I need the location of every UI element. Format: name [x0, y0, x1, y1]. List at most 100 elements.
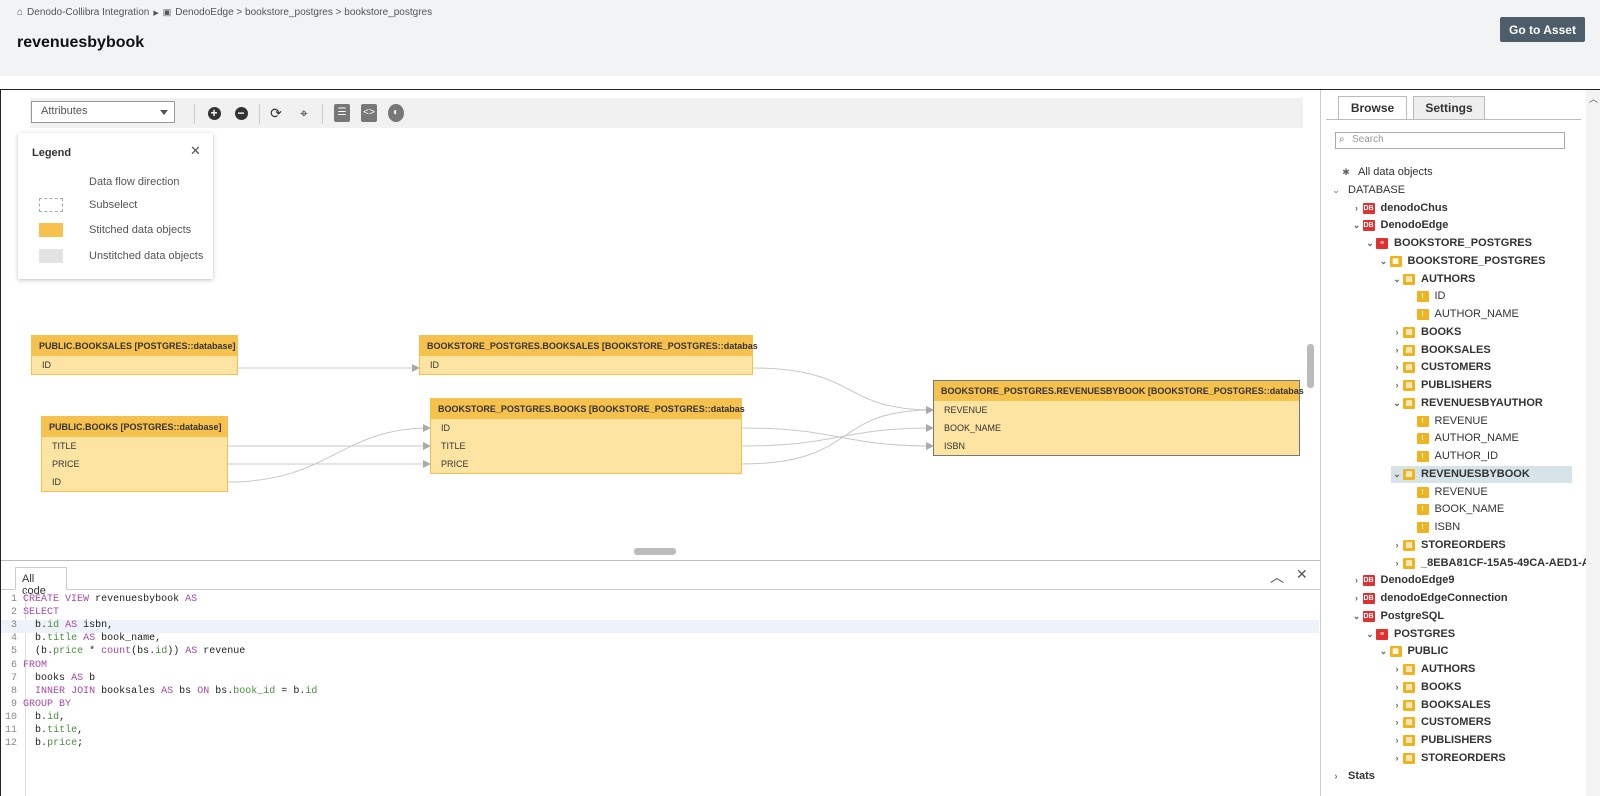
tree-item[interactable]: › ▤ BOOKSALES — [1391, 697, 1491, 714]
tree-item[interactable]: › ▤ BOOKS — [1391, 324, 1461, 341]
node-field[interactable]: PRICE — [431, 455, 741, 473]
tree-item[interactable]: › ▤ PUBLISHERS — [1391, 377, 1492, 394]
chevron-right-icon[interactable]: › — [1391, 377, 1403, 394]
chevron-down-icon[interactable]: ⌄ — [1351, 217, 1363, 234]
view-mode-select[interactable]: Attributes — [31, 101, 175, 123]
node-field[interactable]: ID — [431, 419, 741, 437]
node-field[interactable]: ID — [32, 356, 237, 374]
node-field[interactable]: REVENUE — [934, 401, 1299, 419]
tree-item[interactable]: › ▤ BOOKSALES — [1391, 342, 1491, 359]
code-line[interactable]: 2 SELECT — [1, 607, 1319, 620]
chevron-right-icon[interactable]: › — [1391, 732, 1403, 749]
tree-item[interactable]: ⌄ ▦ PUBLIC — [1378, 643, 1448, 660]
code-line[interactable]: 7 books AS b — [1, 673, 1319, 686]
tab-all-code[interactable]: All code — [15, 567, 67, 597]
tree-item[interactable]: › ▤ CUSTOMERS — [1391, 359, 1491, 376]
page-scrollbar[interactable]: ︿ — [1586, 90, 1600, 796]
chevron-down-icon[interactable]: ⌄ — [1391, 395, 1403, 412]
code-line[interactable]: 1 CREATE VIEW revenuesbybook AS — [1, 594, 1319, 607]
node-field[interactable]: ID — [42, 473, 227, 491]
code-view-button[interactable]: <> — [361, 104, 377, 122]
tree-item[interactable]: › DB DenodoEdge9 — [1351, 572, 1454, 589]
code-line[interactable]: 11 b.title, — [1, 725, 1319, 738]
node-field[interactable]: PRICE — [42, 455, 227, 473]
breadcrumb-root[interactable]: Denodo-Collibra Integration — [27, 7, 149, 18]
tree-item[interactable]: ! REVENUE — [1405, 484, 1488, 501]
collapse-icon[interactable]: ︿ — [1270, 567, 1284, 587]
node-field[interactable]: BOOK_NAME — [934, 419, 1299, 437]
node-field[interactable]: TITLE — [42, 437, 227, 455]
node-bookstore-books[interactable]: BOOKSTORE_POSTGRES.BOOKS [BOOKSTORE_POST… — [430, 398, 745, 474]
tree-item[interactable]: › DB denodoChus — [1351, 200, 1448, 217]
chevron-down-icon[interactable]: ⌄ — [1364, 626, 1376, 643]
chevron-right-icon[interactable]: › — [1391, 342, 1403, 359]
tree-item[interactable]: ! ISBN — [1405, 519, 1460, 536]
chevron-right-icon[interactable]: › — [1391, 324, 1403, 341]
go-to-asset-button[interactable]: Go to Asset — [1500, 17, 1585, 42]
tree-item[interactable]: ! REVENUE — [1405, 413, 1488, 430]
close-icon[interactable]: ✕ — [190, 143, 201, 159]
compass-button[interactable]: ◐ — [388, 104, 404, 122]
code-line[interactable]: 9 GROUP BY — [1, 699, 1319, 712]
tree-item[interactable]: › ▤ BOOKS — [1391, 679, 1461, 696]
chevron-down-icon[interactable]: ⌄ — [1364, 235, 1376, 252]
code-line[interactable]: 3 b.id AS isbn, — [1, 620, 1319, 634]
tree-item[interactable]: ⌄ DATABASE — [1330, 182, 1405, 199]
chevron-down-icon[interactable]: ⌄ — [1351, 608, 1363, 625]
code-line[interactable]: 10 b.id, — [1, 712, 1319, 725]
code-line[interactable]: 6 FROM — [1, 660, 1319, 673]
chevron-down-icon[interactable]: ⌄ — [1330, 182, 1342, 199]
chevron-right-icon[interactable]: › — [1391, 661, 1403, 678]
chevron-right-icon[interactable]: › — [1351, 590, 1363, 607]
tree-item[interactable]: ✱ All data objects — [1340, 164, 1432, 181]
code-line[interactable]: 5 (b.price * count(bs.id)) AS revenue — [1, 646, 1319, 659]
node-public-books[interactable]: PUBLIC.BOOKS [POSTGRES::database] TITLE … — [41, 416, 228, 492]
list-view-button[interactable]: ☰ — [334, 104, 350, 122]
vertical-scrollbar[interactable] — [1307, 344, 1314, 388]
tree-item[interactable]: ! AUTHOR_ID — [1405, 448, 1498, 465]
node-bookstore-booksales[interactable]: BOOKSTORE_POSTGRES.BOOKSALES [BOOKSTORE_… — [419, 335, 758, 375]
tree-item[interactable]: ⌄ ▤ REVENUESBYBOOK — [1391, 465, 1572, 483]
chevron-right-icon[interactable]: › — [1391, 714, 1403, 731]
chevron-down-icon[interactable]: ⌄ — [1391, 271, 1403, 288]
scroll-up-icon[interactable]: ︿ — [1589, 92, 1598, 105]
refresh-button[interactable]: ⟳ — [268, 105, 284, 121]
tree-item[interactable]: ⌄ ≡ POSTGRES — [1364, 626, 1455, 643]
tree-item[interactable]: › ▤ PUBLISHERS — [1391, 732, 1492, 749]
chevron-down-icon[interactable]: ⌄ — [1391, 466, 1403, 483]
tree-item[interactable]: › ▤ AUTHORS — [1391, 661, 1475, 678]
chevron-right-icon[interactable]: › — [1351, 200, 1363, 217]
tree-item[interactable]: › DB denodoEdgeConnection — [1351, 590, 1508, 607]
tree-item[interactable]: › ▤ STOREORDERS — [1391, 750, 1506, 767]
tree-item[interactable]: › ▤ STOREORDERS — [1391, 537, 1506, 554]
node-field[interactable]: TITLE — [431, 437, 741, 455]
tree-item[interactable]: ! AUTHOR_NAME — [1405, 430, 1519, 447]
breadcrumb-path[interactable]: DenodoEdge > bookstore_postgres > bookst… — [175, 7, 432, 18]
tree-item[interactable]: ⌄ DB DenodoEdge — [1351, 217, 1448, 234]
chevron-right-icon[interactable]: › — [1391, 537, 1403, 554]
chevron-right-icon[interactable]: › — [1391, 750, 1403, 767]
tree-item[interactable]: › Stats — [1330, 768, 1375, 785]
node-field[interactable]: ID — [420, 356, 752, 374]
chevron-right-icon[interactable]: › — [1391, 679, 1403, 696]
tree-item[interactable]: ⌄ ▦ BOOKSTORE_POSTGRES — [1378, 253, 1545, 270]
zoom-in-button[interactable]: + — [206, 105, 222, 121]
tree-item[interactable]: › ▤ _8EBA81CF-15A5-49CA-AED1-A — [1391, 555, 1590, 572]
close-icon[interactable]: ✕ — [1296, 566, 1308, 583]
tab-settings[interactable]: Settings — [1413, 96, 1485, 120]
tree-item[interactable]: ⌄ ▤ AUTHORS — [1391, 271, 1475, 288]
tree-item[interactable]: ! AUTHOR_NAME — [1405, 306, 1519, 323]
center-button[interactable]: ⌖ — [296, 105, 312, 121]
node-field[interactable]: ISBN — [934, 437, 1299, 455]
chevron-right-icon[interactable]: › — [1391, 555, 1403, 572]
chevron-right-icon[interactable]: › — [1391, 359, 1403, 376]
chevron-right-icon[interactable]: › — [1330, 768, 1342, 785]
code-line[interactable]: 8 INNER JOIN booksales AS bs ON bs.book_… — [1, 686, 1319, 699]
chevron-down-icon[interactable]: ⌄ — [1378, 253, 1390, 270]
tree-item[interactable]: ⌄ ≡ BOOKSTORE_POSTGRES — [1364, 235, 1532, 252]
chevron-right-icon[interactable]: › — [1391, 697, 1403, 714]
chevron-down-icon[interactable]: ⌄ — [1378, 643, 1390, 660]
tree-item[interactable]: ⌄ ▤ REVENUESBYAUTHOR — [1391, 395, 1543, 412]
node-bookstore-revenuesbybook[interactable]: BOOKSTORE_POSTGRES.REVENUESBYBOOK [BOOKS… — [933, 380, 1304, 456]
zoom-out-button[interactable]: − — [233, 105, 249, 121]
